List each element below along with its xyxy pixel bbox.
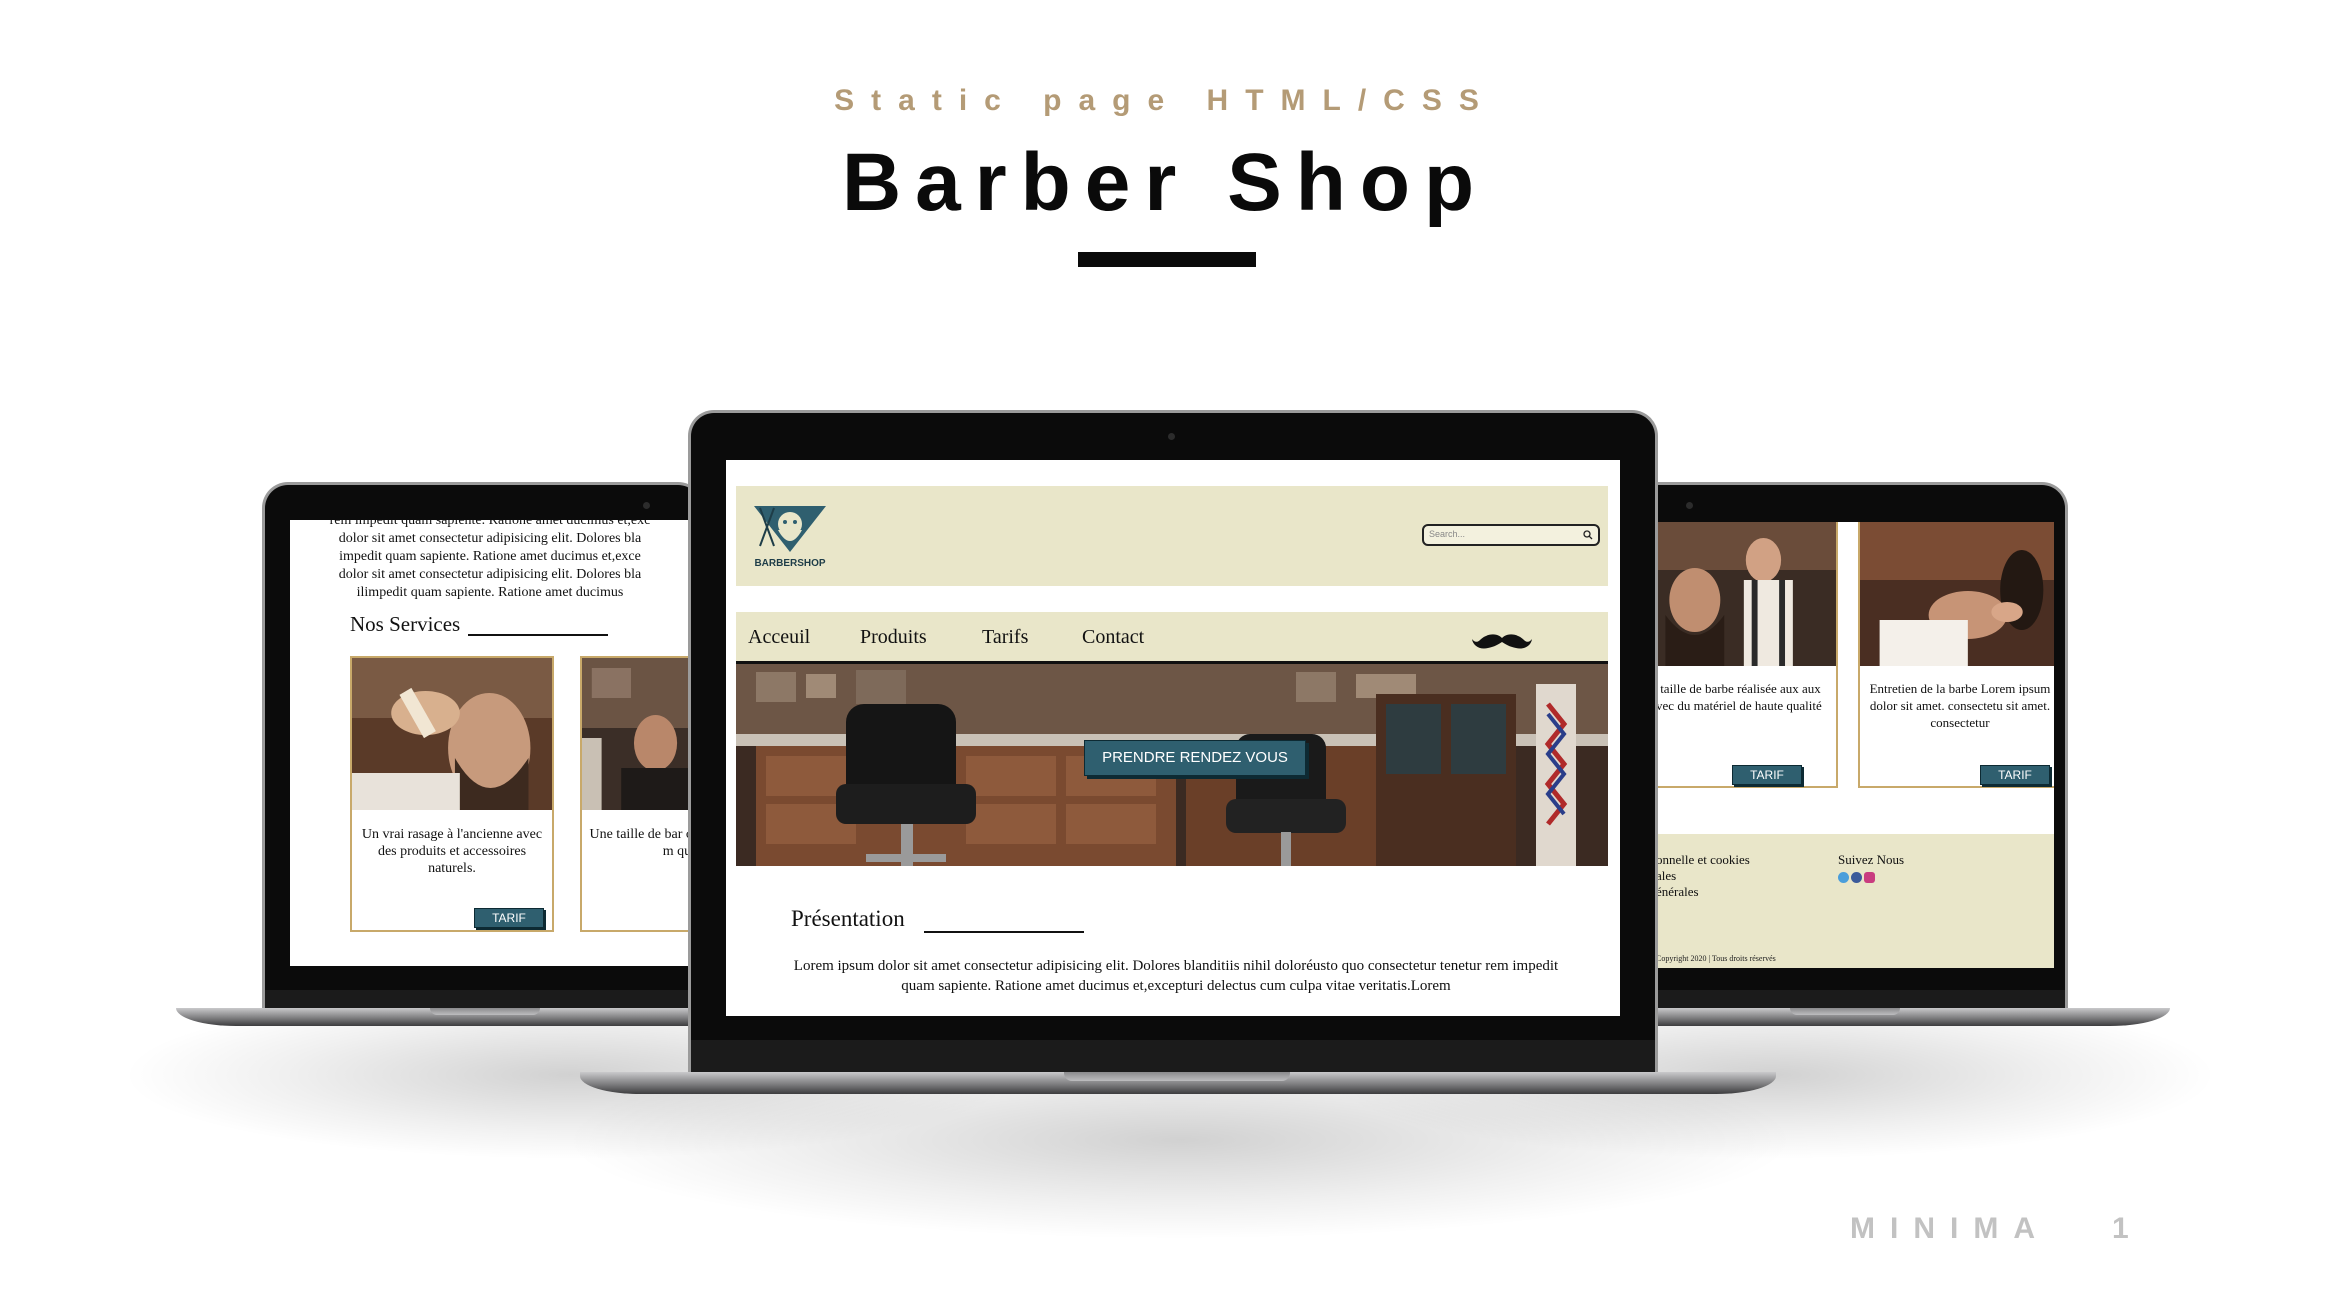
facebook-icon[interactable] (1851, 872, 1862, 883)
laptop-left-screen: rem impedit quam sapiente. Ratione amet … (290, 520, 690, 966)
tarif-button[interactable]: TARIF (1980, 765, 2050, 785)
service-card-text: e taille de barbe réalisée aux aux avec … (1654, 681, 1822, 713)
instagram-icon[interactable] (1864, 872, 1875, 883)
service-photo-beard-care (1860, 522, 2054, 666)
service-card-text: Un vrai rasage à l'ancienne avec des pro… (361, 827, 543, 876)
footer-follow-label: Suivez Nous (1838, 852, 1905, 867)
service-photo-shave (352, 658, 552, 810)
search-input[interactable]: Search... (1422, 524, 1600, 546)
laptop-left-camera (643, 502, 650, 509)
nav-item-produits[interactable]: Produits (860, 626, 927, 649)
footer-link[interactable]: onnelle et cookies (1656, 852, 1750, 868)
service-card-text: Une taille de bar ciseaux avec du m qual (589, 827, 690, 859)
nav-item-tarifs[interactable]: Tarifs (982, 626, 1028, 649)
left-intro-paragraph: rem impedit quam sapiente. Ratione amet … (329, 520, 651, 600)
site-header: BARBERSHOP Search... (736, 486, 1608, 586)
laptop-center-camera (1168, 433, 1175, 440)
footer-legal-links: onnelle et cookies ales énérales (1656, 852, 1750, 900)
footer-link[interactable]: énérales (1656, 884, 1750, 900)
tarif-button[interactable]: TARIF (474, 908, 544, 928)
twitter-icon[interactable] (1838, 872, 1849, 883)
page-number: 1 (2112, 1212, 2129, 1245)
laptop-right-bezel-bottom (1629, 990, 2065, 1008)
footer-link[interactable]: ales (1656, 868, 1750, 884)
book-appointment-button[interactable]: PRENDRE RENDEZ VOUS (1084, 740, 1306, 776)
slide-subtitle: Static page HTML/CSS (834, 84, 1496, 117)
barbershop-logo[interactable]: BARBERSHOP (750, 500, 830, 570)
services-heading-underline (468, 634, 608, 636)
service-photo-beard-trim (1654, 522, 1836, 666)
service-card: Un vrai rasage à l'ancienne avec des pro… (350, 656, 554, 932)
presentation-heading-underline (924, 931, 1084, 933)
laptop-right-screen: e taille de barbe réalisée aux aux avec … (1654, 522, 2054, 968)
nav-item-contact[interactable]: Contact (1082, 626, 1144, 649)
laptop-center-hinge (1064, 1072, 1290, 1081)
nav-item-acceuil[interactable]: Acceuil (748, 626, 810, 649)
laptop-left-hinge (430, 1008, 540, 1015)
search-placeholder: Search... (1429, 529, 1466, 539)
title-underline (1078, 252, 1256, 267)
hero-banner: PRENDRE RENDEZ VOUS (736, 664, 1608, 866)
laptop-right-camera (1686, 502, 1693, 509)
tarif-button[interactable]: TARIF (1732, 765, 1802, 785)
site-footer: onnelle et cookies ales énérales Suivez … (1654, 834, 2054, 968)
laptop-center-screen: BARBERSHOP Search... Acceuil Produits Ta… (726, 460, 1620, 1016)
presentation-heading: Présentation (791, 906, 905, 931)
svg-text:BARBERSHOP: BARBERSHOP (754, 558, 825, 569)
services-heading: Nos Services (350, 612, 461, 636)
search-icon[interactable] (1583, 530, 1593, 540)
copyright-text: Copyright 2020 | Tous droits réservés (1656, 954, 1776, 963)
main-nav: Acceuil Produits Tarifs Contact (736, 612, 1608, 664)
service-card: Une taille de bar ciseaux avec du m qual (580, 656, 690, 932)
presentation-text: Lorem ipsum dolor sit amet consectetur a… (793, 958, 1559, 994)
mustache-icon (1472, 634, 1532, 649)
slide-title: Barber Shop (841, 137, 1489, 228)
service-card-text: Entretien de la barbe Lorem ipsum dolor … (1869, 681, 2051, 730)
laptop-left-bezel-bottom (265, 990, 701, 1008)
laptop-right-hinge (1790, 1008, 1900, 1015)
service-card: e taille de barbe réalisée aux aux avec … (1654, 522, 1838, 788)
laptop-center-bezel-bottom (691, 1040, 1655, 1072)
service-card: Entretien de la barbe Lorem ipsum dolor … (1858, 522, 2054, 788)
service-photo-haircut (582, 658, 690, 810)
brand-name: MINIMA (1850, 1212, 2050, 1245)
